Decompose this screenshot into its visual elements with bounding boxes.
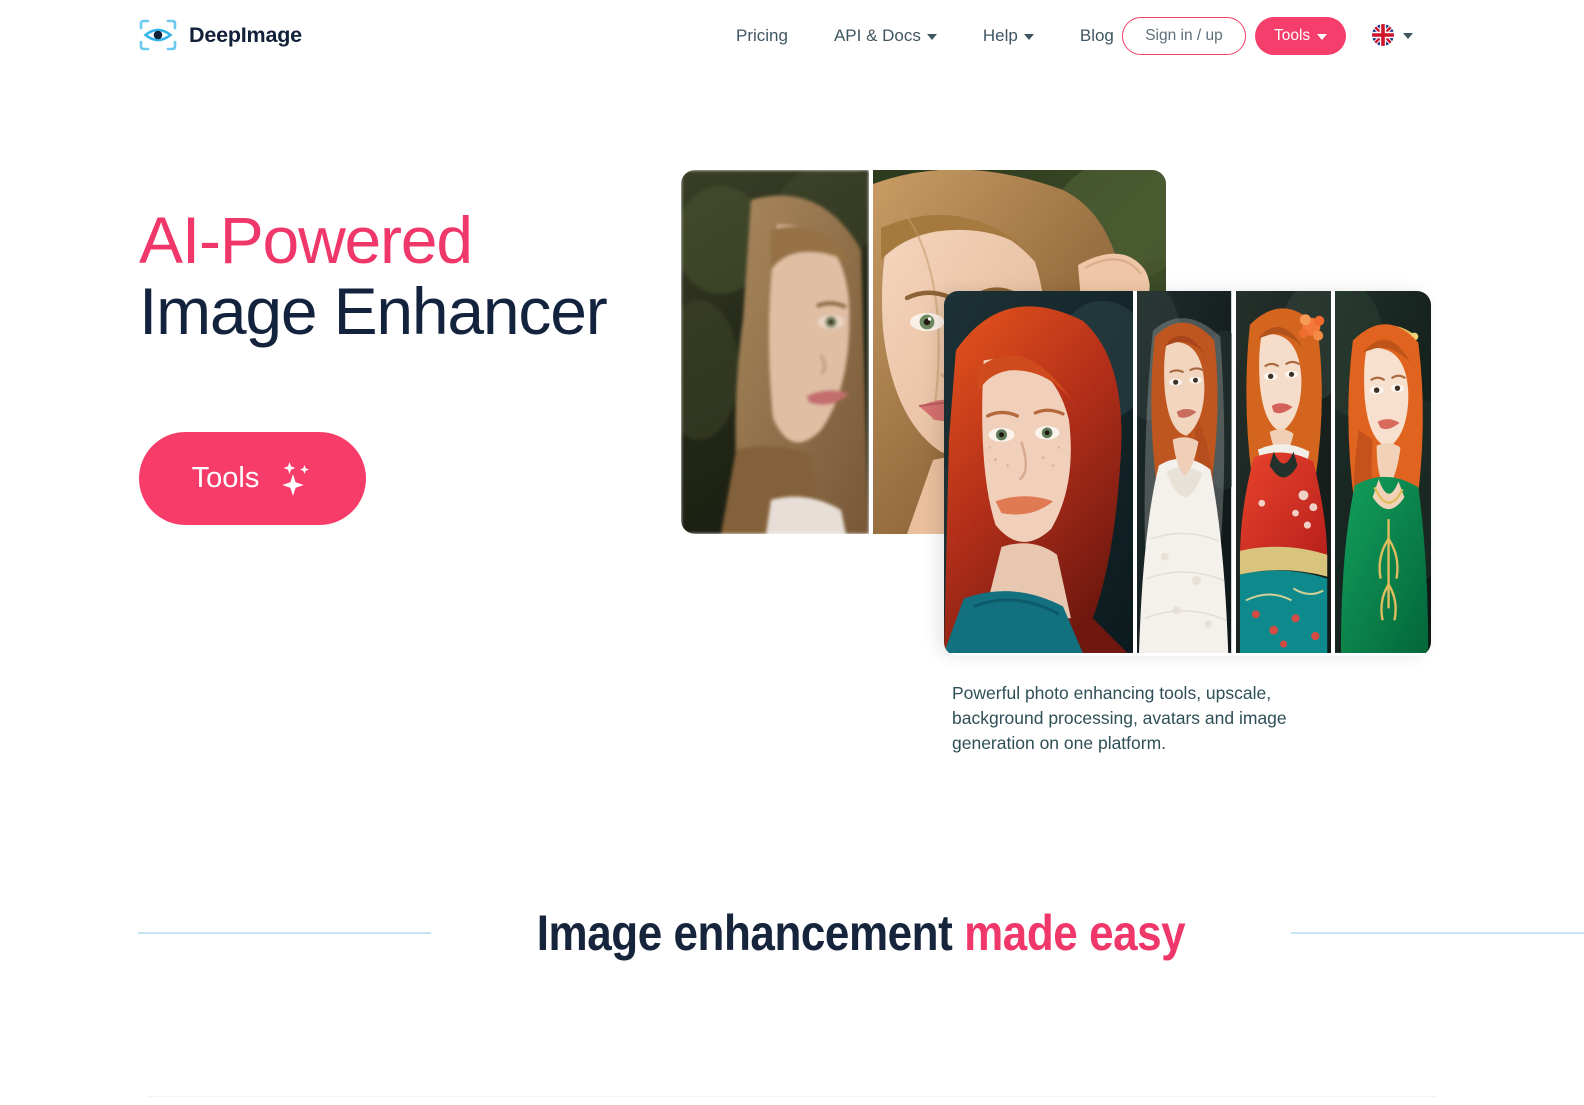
tools-cta-label: Tools xyxy=(191,462,260,494)
eye-scan-icon xyxy=(138,18,178,52)
chevron-down-icon xyxy=(1403,33,1413,39)
uk-flag-icon xyxy=(1372,24,1394,46)
chevron-down-icon xyxy=(1317,34,1328,40)
nav-item-help[interactable]: Help xyxy=(960,18,1057,54)
panel-kimono-avatar xyxy=(1235,291,1331,656)
sign-in-up-button[interactable]: Sign in / up xyxy=(1122,17,1246,55)
sparkles-icon xyxy=(279,460,313,498)
sign-in-up-label: Sign in / up xyxy=(1145,27,1223,44)
brand-name: DeepImage xyxy=(189,22,302,47)
nav-label: Blog xyxy=(1079,26,1114,45)
chevron-down-icon xyxy=(1023,34,1034,40)
section-bottom-rule xyxy=(148,1096,1436,1097)
divider-left xyxy=(138,932,431,934)
tools-nav-button[interactable]: Tools xyxy=(1255,17,1347,55)
hero-title-line1: AI-Powered xyxy=(139,203,473,277)
language-selector[interactable] xyxy=(1372,24,1413,46)
landing-page: DeepImage Pricing API & Docs Help Blog S… xyxy=(0,0,1584,1105)
nav-item-pricing[interactable]: Pricing xyxy=(713,18,811,54)
tools-cta-button[interactable]: Tools xyxy=(139,432,366,525)
section-heading-text: Image enhancement made easy xyxy=(483,908,1240,958)
nav-item-api-docs[interactable]: API & Docs xyxy=(811,18,960,54)
hero-title-line2: Image Enhancer xyxy=(139,273,608,348)
nav-label: Pricing xyxy=(736,26,788,45)
tools-nav-label: Tools xyxy=(1274,27,1311,44)
panel-bride-white-dress xyxy=(1137,291,1232,656)
panel-redhead-portrait xyxy=(944,291,1134,656)
nav-label: API & Docs xyxy=(833,26,921,45)
page-title: AI-Powered Image Enhancer xyxy=(139,203,608,348)
panel-before-blurry-portrait xyxy=(681,170,869,534)
section-heading: Image enhancement made easy xyxy=(0,908,1584,958)
avatar-showcase-card xyxy=(944,291,1431,656)
brand-logo[interactable]: DeepImage xyxy=(138,18,302,52)
chevron-down-icon xyxy=(926,34,937,40)
section-heading-dark: Image enhancement xyxy=(536,905,953,961)
nav-label: Help xyxy=(982,26,1018,45)
site-header: DeepImage Pricing API & Docs Help Blog S… xyxy=(0,0,1584,72)
section-heading-pink: made easy xyxy=(964,905,1186,961)
divider-right xyxy=(1291,932,1584,934)
panel-green-dress-avatar xyxy=(1334,291,1431,656)
hero-caption: Powerful photo enhancing tools, upscale,… xyxy=(952,683,1287,753)
main-nav: Pricing API & Docs Help Blog xyxy=(713,0,1137,72)
